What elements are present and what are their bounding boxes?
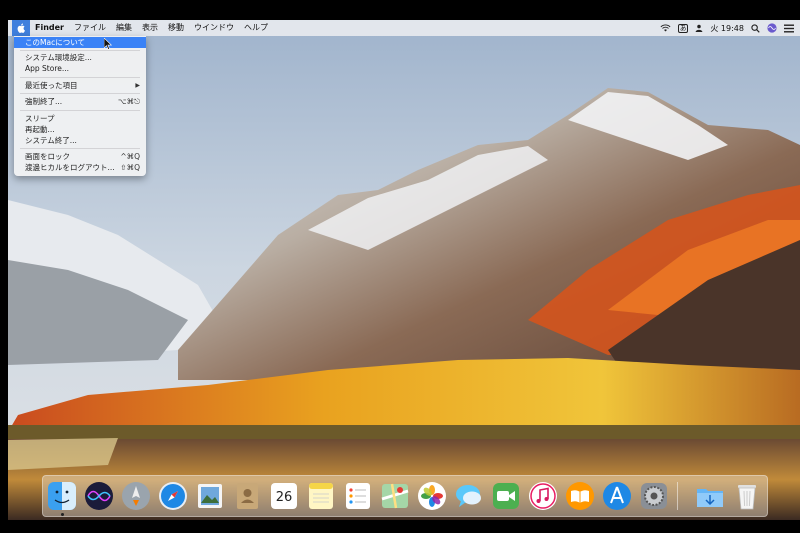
menu-item-label: このMacについて [25, 38, 85, 47]
submenu-arrow-icon: ▶ [135, 82, 140, 89]
menu-item-system-preferences[interactable]: システム環境設定... [14, 52, 146, 63]
menu-bar-status-area: あ 火 19:48 [660, 20, 794, 36]
menu-item-shortcut: ^⌘Q [120, 152, 140, 161]
menu-item-about-this-mac[interactable]: このMacについて [14, 37, 146, 48]
menu-item-restart[interactable]: 再起動... [14, 124, 146, 135]
launchpad-icon[interactable] [121, 481, 151, 511]
menu-bar: Finder ファイル 編集 表示 移動 ウインドウ ヘルプ あ 火 19:48 [8, 20, 800, 36]
finder-icon[interactable] [47, 481, 77, 511]
menu-separator [20, 148, 140, 149]
menu-item-recent-items[interactable]: 最近使った項目 ▶ [14, 80, 146, 91]
notes-icon[interactable] [306, 481, 336, 511]
menu-bar-clock[interactable]: 火 19:48 [710, 23, 744, 34]
menu-item-log-out[interactable]: 渡邊ヒカルをログアウト... ⇧⌘Q [14, 162, 146, 173]
photos-icon[interactable] [417, 481, 447, 511]
trash-icon[interactable] [732, 481, 762, 511]
calendar-day: 26 [275, 490, 293, 505]
menu-item-label: 最近使った項目 [25, 81, 78, 90]
menu-separator [20, 77, 140, 78]
spotlight-search-icon[interactable] [751, 23, 760, 33]
input-method-badge[interactable]: あ [677, 23, 689, 33]
siri-icon[interactable] [84, 481, 114, 511]
wifi-icon[interactable] [660, 24, 671, 32]
menu-separator [20, 93, 140, 94]
siri-icon[interactable] [767, 23, 777, 33]
messages-icon[interactable] [454, 481, 484, 511]
apple-menu-button[interactable] [12, 20, 30, 36]
dock-divider [677, 482, 678, 510]
notification-center-icon[interactable] [784, 24, 794, 33]
menu-item-shut-down[interactable]: システム終了... [14, 135, 146, 146]
menu-item-shortcut: ⌥⌘⎋ [117, 97, 140, 106]
calendar-icon[interactable]: 26 [269, 481, 299, 511]
menu-view[interactable]: 表示 [137, 20, 163, 36]
safari-icon[interactable] [158, 481, 188, 511]
app-store-icon[interactable] [602, 481, 632, 511]
itunes-icon[interactable] [528, 481, 558, 511]
user-icon[interactable] [695, 24, 703, 32]
menu-item-app-store[interactable]: App Store... [14, 63, 146, 74]
menu-item-shortcut: ⇧⌘Q [120, 163, 140, 172]
menu-item-force-quit[interactable]: 強制終了... ⌥⌘⎋ [14, 96, 146, 107]
menu-item-label: システム環境設定... [25, 53, 92, 62]
menu-item-label: 画面をロック [25, 152, 70, 161]
ibooks-icon[interactable] [565, 481, 595, 511]
menu-go[interactable]: 移動 [163, 20, 189, 36]
menu-help[interactable]: ヘルプ [239, 20, 273, 36]
menu-file[interactable]: ファイル [69, 20, 111, 36]
menu-item-label: システム終了... [25, 136, 77, 145]
desktop-screen: Finder ファイル 編集 表示 移動 ウインドウ ヘルプ あ 火 19:48 [8, 20, 800, 520]
running-indicator [61, 513, 64, 516]
menu-item-label: 渡邊ヒカルをログアウト... [25, 163, 115, 172]
menu-separator [20, 50, 140, 51]
system-preferences-icon[interactable] [639, 481, 669, 511]
mouse-pointer-icon [103, 37, 113, 53]
reminders-icon[interactable] [343, 481, 373, 511]
facetime-icon[interactable] [491, 481, 521, 511]
apple-logo-icon [17, 23, 25, 33]
mail-preview-icon[interactable] [195, 481, 225, 511]
menu-item-lock-screen[interactable]: 画面をロック ^⌘Q [14, 151, 146, 162]
maps-icon[interactable] [380, 481, 410, 511]
menu-item-label: 強制終了... [25, 97, 63, 106]
menu-edit[interactable]: 編集 [111, 20, 137, 36]
apple-menu-dropdown: このMacについて システム環境設定... App Store... 最近使った… [14, 36, 146, 176]
menu-item-label: スリープ [25, 114, 55, 123]
menu-item-label: 再起動... [25, 125, 55, 134]
menu-window[interactable]: ウインドウ [189, 20, 239, 36]
menu-item-sleep[interactable]: スリープ [14, 113, 146, 124]
menu-item-label: App Store... [25, 64, 70, 73]
dock: 26 [42, 475, 768, 517]
downloads-folder-icon[interactable] [695, 481, 725, 511]
contacts-icon[interactable] [232, 481, 262, 511]
menu-app-name[interactable]: Finder [30, 20, 69, 36]
menu-separator [20, 110, 140, 111]
